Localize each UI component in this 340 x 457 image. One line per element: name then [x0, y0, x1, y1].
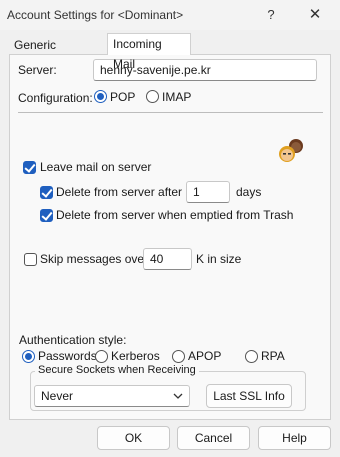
divider: [18, 112, 323, 113]
ssl-select[interactable]: Never: [34, 385, 190, 407]
skip-size-input[interactable]: 40: [143, 248, 192, 270]
apop-radio[interactable]: [172, 350, 185, 363]
delete-after-days-input[interactable]: 1: [186, 181, 230, 203]
skip-messages-checkbox[interactable]: [24, 253, 37, 266]
ssl-group-label: Secure Sockets when Receiving: [35, 364, 199, 376]
delete-trash-checkbox[interactable]: [40, 209, 53, 222]
delete-trash-label: Delete from server when emptied from Tra…: [56, 208, 294, 222]
chevron-down-icon: [173, 393, 183, 399]
k-in-size-label: K in size: [196, 252, 242, 266]
leave-mail-label: Leave mail on server: [40, 160, 152, 174]
help-button[interactable]: Help: [258, 426, 331, 450]
apop-label: APOP: [188, 349, 222, 363]
help-title-button[interactable]: ?: [256, 4, 286, 26]
ssl-selected-value: Never: [41, 389, 74, 403]
server-label: Server:: [18, 63, 57, 77]
delete-after-label: Delete from server after: [56, 185, 183, 199]
passwords-label: Passwords: [38, 349, 97, 363]
window-title: Account Settings for <Dominant>: [7, 8, 184, 22]
delete-after-checkbox[interactable]: [40, 186, 53, 199]
cancel-button[interactable]: Cancel: [177, 426, 250, 450]
leave-mail-checkbox[interactable]: [23, 161, 36, 174]
rpa-label: RPA: [261, 349, 285, 363]
passwords-radio[interactable]: [22, 350, 35, 363]
days-label: days: [236, 185, 262, 199]
rpa-radio[interactable]: [245, 350, 258, 363]
people-avatars-icon: [279, 139, 303, 162]
imap-label: IMAP: [162, 90, 192, 104]
auth-style-label: Authentication style:: [19, 333, 127, 347]
skip-messages-label: Skip messages over: [40, 252, 149, 266]
last-ssl-info-button[interactable]: Last SSL Info: [206, 384, 292, 408]
tab-incoming-mail[interactable]: Incoming Mail: [107, 33, 191, 71]
ok-button[interactable]: OK: [97, 426, 170, 450]
kerberos-label: Kerberos: [111, 349, 160, 363]
kerberos-radio[interactable]: [95, 350, 108, 363]
close-button[interactable]: ✕: [300, 4, 330, 26]
pop-label: POP: [110, 90, 136, 104]
pop-radio[interactable]: [94, 90, 107, 103]
configuration-label: Configuration:: [18, 91, 93, 105]
imap-radio[interactable]: [146, 90, 159, 103]
tab-generic-properties[interactable]: Generic Properties: [9, 35, 107, 72]
